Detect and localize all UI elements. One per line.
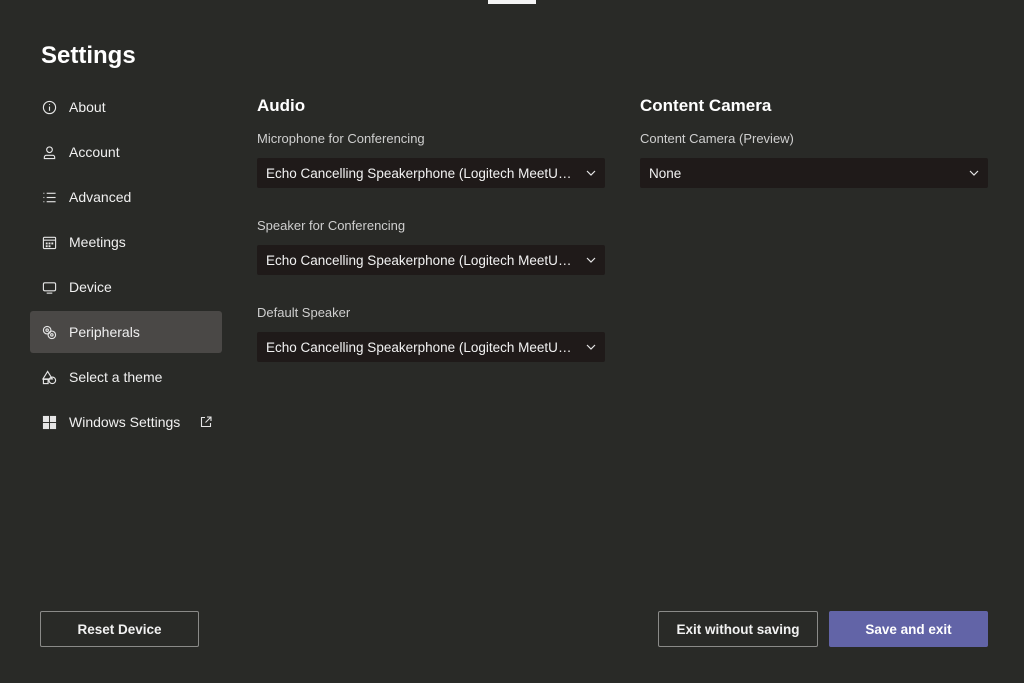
calendar-icon bbox=[42, 235, 57, 250]
sidebar-item-windows-settings[interactable]: Windows Settings bbox=[30, 401, 222, 443]
sidebar-item-label: Peripherals bbox=[69, 324, 140, 340]
sidebar-item-label: Advanced bbox=[69, 189, 132, 205]
content-camera-label: Content Camera (Preview) bbox=[640, 131, 794, 146]
page-title: Settings bbox=[41, 42, 136, 69]
sidebar-item-label: Windows Settings bbox=[69, 414, 181, 430]
chevron-down-icon bbox=[968, 167, 980, 179]
microphone-value: Echo Cancelling Speakerphone (Logitech M… bbox=[266, 165, 577, 181]
sidebar-item-label: Select a theme bbox=[69, 369, 163, 385]
speaker-dropdown[interactable]: Echo Cancelling Speakerphone (Logitech M… bbox=[257, 245, 605, 275]
info-icon bbox=[42, 100, 57, 115]
microphone-label: Microphone for Conferencing bbox=[257, 131, 425, 146]
speaker-label: Speaker for Conferencing bbox=[257, 218, 406, 233]
content-camera-heading: Content Camera bbox=[640, 96, 772, 115]
sidebar-item-device[interactable]: Device bbox=[30, 266, 222, 308]
shapes-icon bbox=[42, 369, 57, 385]
monitor-icon bbox=[42, 280, 57, 295]
chevron-down-icon bbox=[585, 254, 597, 266]
sidebar-item-label: Account bbox=[69, 144, 120, 160]
audio-heading: Audio bbox=[257, 96, 306, 115]
speaker-value: Echo Cancelling Speakerphone (Logitech M… bbox=[266, 252, 577, 268]
sidebar-item-select-a-theme[interactable]: Select a theme bbox=[30, 356, 222, 398]
external-link-icon bbox=[200, 416, 212, 428]
sidebar-item-label: Device bbox=[69, 279, 112, 295]
sidebar-item-peripherals[interactable]: Peripherals bbox=[30, 311, 222, 353]
sidebar: About Account Advanced Meetings Device P… bbox=[30, 86, 222, 446]
sidebar-item-meetings[interactable]: Meetings bbox=[30, 221, 222, 263]
default-speaker-dropdown[interactable]: Echo Cancelling Speakerphone (Logitech M… bbox=[257, 332, 605, 362]
microphone-dropdown[interactable]: Echo Cancelling Speakerphone (Logitech M… bbox=[257, 158, 605, 188]
default-speaker-label: Default Speaker bbox=[257, 305, 351, 320]
top-drag-handle bbox=[488, 0, 536, 4]
reset-device-button[interactable]: Reset Device bbox=[40, 611, 199, 647]
sidebar-item-label: About bbox=[69, 99, 106, 115]
content-camera-dropdown[interactable]: None bbox=[640, 158, 988, 188]
sidebar-item-account[interactable]: Account bbox=[30, 131, 222, 173]
chevron-down-icon bbox=[585, 167, 597, 179]
sidebar-item-label: Meetings bbox=[69, 234, 126, 250]
settings-page: Settings About Account Advanced Meetings bbox=[0, 0, 1024, 683]
content-camera-value: None bbox=[649, 165, 682, 181]
person-icon bbox=[42, 145, 57, 160]
sidebar-item-advanced[interactable]: Advanced bbox=[30, 176, 222, 218]
chevron-down-icon bbox=[585, 341, 597, 353]
exit-without-saving-button[interactable]: Exit without saving bbox=[658, 611, 818, 647]
sidebar-item-about[interactable]: About bbox=[30, 86, 222, 128]
save-and-exit-button[interactable]: Save and exit bbox=[829, 611, 988, 647]
peripherals-icon bbox=[42, 325, 57, 340]
list-icon bbox=[42, 190, 57, 205]
default-speaker-value: Echo Cancelling Speakerphone (Logitech M… bbox=[266, 339, 577, 355]
windows-icon bbox=[42, 415, 57, 430]
